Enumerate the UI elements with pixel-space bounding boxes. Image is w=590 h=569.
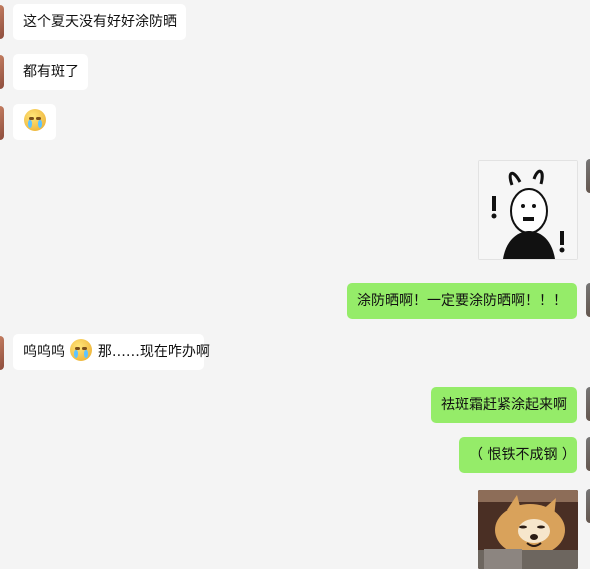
outgoing-message-bubble[interactable]: 涂防晒啊！一定要涂防晒啊！！！ [347, 283, 577, 319]
dog-photo-icon [478, 490, 578, 569]
user-avatar[interactable] [586, 159, 590, 193]
contact-avatar[interactable] [0, 55, 4, 89]
user-avatar[interactable] [586, 437, 590, 471]
outgoing-message-bubble[interactable]: （ 恨铁不成钢 ） [459, 437, 577, 473]
user-avatar[interactable] [586, 283, 590, 317]
message-text-before: 呜呜呜 [23, 344, 65, 360]
incoming-message-bubble[interactable]: 这个夏天没有好好涂防晒 [13, 4, 186, 40]
crying-emoji-icon [70, 339, 93, 361]
user-avatar[interactable] [586, 387, 590, 421]
user-avatar[interactable] [586, 489, 590, 523]
incoming-message-bubble[interactable]: 呜呜呜 那……现在咋办啊 [13, 334, 210, 370]
black-figure-icon [479, 161, 577, 259]
outgoing-message-bubble[interactable]: 祛斑霜赶紧涂起来啊 [431, 387, 577, 423]
message-text: 祛斑霜赶紧涂起来啊 [441, 397, 567, 413]
chat-window: 这个夏天没有好好涂防晒 都有斑了 涂防晒啊！一定要涂防晒啊！！！ 呜呜呜 那……… [0, 0, 590, 569]
message-text: （ 恨铁不成钢 ） [469, 447, 576, 463]
contact-avatar[interactable] [0, 5, 4, 39]
tear-icon [38, 120, 42, 128]
message-text-after: 那……现在咋办啊 [97, 344, 210, 360]
crying-emoji-icon [24, 109, 46, 131]
incoming-message-bubble[interactable]: 都有斑了 [13, 54, 88, 90]
message-text: 涂防晒啊！一定要涂防晒啊！！！ [357, 293, 567, 309]
tear-icon [74, 350, 79, 358]
tear-icon [84, 350, 89, 358]
message-text: 都有斑了 [23, 64, 79, 80]
contact-avatar[interactable] [0, 106, 4, 140]
message-text: 这个夏天没有好好涂防晒 [23, 14, 177, 30]
black-figure-sticker[interactable] [478, 160, 578, 260]
contact-avatar[interactable] [0, 336, 4, 370]
tear-icon [28, 120, 32, 128]
dog-photo-message[interactable] [478, 490, 578, 569]
incoming-emoji-message[interactable] [13, 104, 56, 140]
